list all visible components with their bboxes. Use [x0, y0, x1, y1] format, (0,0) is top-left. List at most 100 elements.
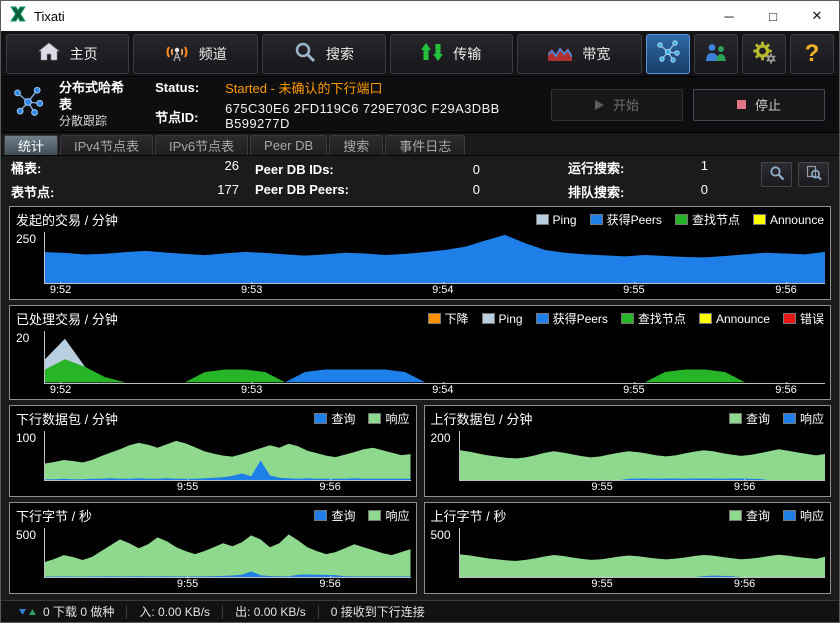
legend-swatch [753, 214, 766, 225]
play-icon [595, 100, 604, 110]
tab-search[interactable]: 搜索 [329, 135, 383, 155]
legend-label: 查询 [746, 507, 770, 524]
chart-plot: 9:559:56 [44, 528, 411, 578]
tab-event-log[interactable]: 事件日志 [385, 135, 465, 155]
peers-button[interactable] [694, 34, 738, 74]
x-axis-labels: 9:529:539:549:559:56 [45, 383, 825, 397]
status-value: Started - 未确认的下行端口 [225, 78, 537, 97]
window-title: Tixati [34, 9, 65, 24]
chart-header: 下行字节 / 秒 查询响应 [10, 503, 416, 525]
legend-label: 查询 [331, 410, 355, 427]
stat-table-nodes: 表节点: 177 [11, 182, 239, 201]
dht-tab-bar: 统计 IPv4节点表 IPv6节点表 Peer DB 搜索 事件日志 [1, 133, 839, 156]
chart-outgoing-bytes: 上行字节 / 秒 查询响应 500 9:559:56 [424, 502, 832, 594]
tab-ipv4-node-table[interactable]: IPv4节点表 [60, 135, 153, 155]
chart-title: 上行数据包 / 分钟 [431, 409, 533, 428]
transfers-button[interactable]: 传输 [390, 34, 513, 74]
legend-swatch [729, 510, 742, 521]
dht-status-block: Status: Started - 未确认的下行端口 节点ID: 675C30E… [155, 78, 537, 131]
channels-button[interactable]: 频道 [133, 34, 258, 74]
x-tick-label: 9:55 [177, 481, 198, 493]
y-axis-max-label: 250 [16, 232, 36, 246]
x-tick-label: 9:54 [432, 284, 453, 296]
stop-label: 停止 [755, 95, 781, 114]
x-tick-label: 9:54 [432, 384, 453, 396]
dht-button[interactable] [646, 34, 690, 74]
help-button[interactable]: ? [790, 34, 834, 74]
legend-label: 错误 [800, 310, 824, 327]
x-tick-label: 9:55 [623, 384, 644, 396]
legend-label: Ping [553, 213, 577, 227]
x-tick-label: 9:55 [623, 284, 644, 296]
chart-incoming-packets: 下行数据包 / 分钟 查询响应 100 9:559:56 [9, 405, 417, 497]
maximize-button[interactable]: □ [751, 1, 795, 31]
tixati-window: Tixati ─ □ ✕ 主页 [0, 0, 840, 623]
legend-item: 下降 [428, 310, 469, 327]
magnifier-small-icon [806, 165, 822, 184]
home-icon [38, 42, 60, 65]
legend-label: Announce [716, 312, 770, 326]
home-button[interactable]: 主页 [6, 34, 129, 74]
search-label: 搜索 [326, 44, 354, 64]
legend-item: 获得Peers [536, 310, 608, 327]
stop-button[interactable]: 停止 [693, 89, 825, 121]
tab-ipv6-node-table[interactable]: IPv6节点表 [155, 135, 248, 155]
tab-peer-db[interactable]: Peer DB [250, 135, 327, 155]
x-tick-label: 9:55 [591, 578, 612, 590]
series-get-peers [45, 235, 825, 283]
x-tick-label: 9:55 [177, 578, 198, 590]
legend-swatch [536, 214, 549, 225]
legend-swatch [783, 313, 796, 324]
x-tick-label: 9:56 [319, 578, 340, 590]
new-search-button[interactable] [761, 162, 792, 187]
x-tick-label: 9:55 [591, 481, 612, 493]
legend-swatch [314, 510, 327, 521]
x-tick-label: 9:56 [734, 481, 755, 493]
series-find-node [45, 359, 825, 382]
legend-label: 查找节点 [638, 310, 686, 327]
legend-item: 错误 [783, 310, 824, 327]
legend-label: 响应 [800, 507, 824, 524]
chart-initiated-transactions: 发起的交易 / 分钟 Ping获得Peers查找节点Announce 250 9… [9, 206, 831, 300]
chart-title: 已处理交易 / 分钟 [16, 309, 118, 328]
x-tick-label: 9:56 [775, 284, 796, 296]
chart-legend: 查询 响应 [716, 507, 824, 524]
status-bar: 0 下载 0 做种 入: 0.00 KB/s 出: 0.00 KB/s 0 接收… [1, 600, 839, 622]
minimize-button[interactable]: ─ [707, 1, 751, 31]
up-down-arrows-icon [421, 42, 443, 65]
dht-actions: 开始 停止 [551, 89, 829, 121]
peers-icon [704, 42, 728, 65]
stat-queued-searches: 排队搜索: 0 [568, 182, 708, 201]
legend-swatch [368, 510, 381, 521]
bandwidth-button[interactable]: 带宽 [517, 34, 642, 74]
legend-label: 查询 [746, 410, 770, 427]
chart-title: 下行数据包 / 分钟 [16, 409, 118, 428]
search-icon [294, 41, 316, 66]
start-button[interactable]: 开始 [551, 89, 683, 121]
x-tick-label: 9:56 [319, 481, 340, 493]
y-axis-max-label: 500 [16, 528, 36, 542]
chart-title: 发起的交易 / 分钟 [16, 210, 118, 229]
legend-swatch [675, 214, 688, 225]
chart-plot-area: 500 9:559:56 [425, 525, 831, 593]
search-button[interactable]: 搜索 [262, 34, 385, 74]
y-axis-max-label: 200 [431, 431, 451, 445]
legend-label: 查询 [331, 507, 355, 524]
tab-statistics[interactable]: 统计 [4, 135, 58, 155]
stats-column-table: 桶表: 26 表节点: 177 [11, 158, 239, 201]
find-search-button[interactable] [798, 162, 829, 187]
dht-molecule-icon [11, 85, 45, 124]
home-label: 主页 [70, 44, 98, 64]
main-toolbar: 主页 频道 搜索 [1, 31, 839, 77]
chart-header: 上行数据包 / 分钟 查询响应 [425, 406, 831, 428]
node-id-label: 节点ID: [155, 107, 217, 126]
status-download-rate: 入: 0.00 KB/s [127, 605, 223, 619]
chart-legend: 查询响应 [716, 410, 824, 427]
transfers-label: 传输 [453, 44, 481, 64]
close-button[interactable]: ✕ [795, 1, 839, 31]
legend-item: Ping [482, 312, 523, 326]
settings-button[interactable] [742, 34, 786, 74]
chart-plot-area: 200 9:55 9:56 [425, 428, 831, 496]
chart-handled-transactions: 已处理交易 / 分钟 下降Ping获得Peers查找节点Announce错误 2… [9, 305, 831, 399]
x-axis-labels: 9:529:539:549:559:56 [45, 283, 825, 297]
